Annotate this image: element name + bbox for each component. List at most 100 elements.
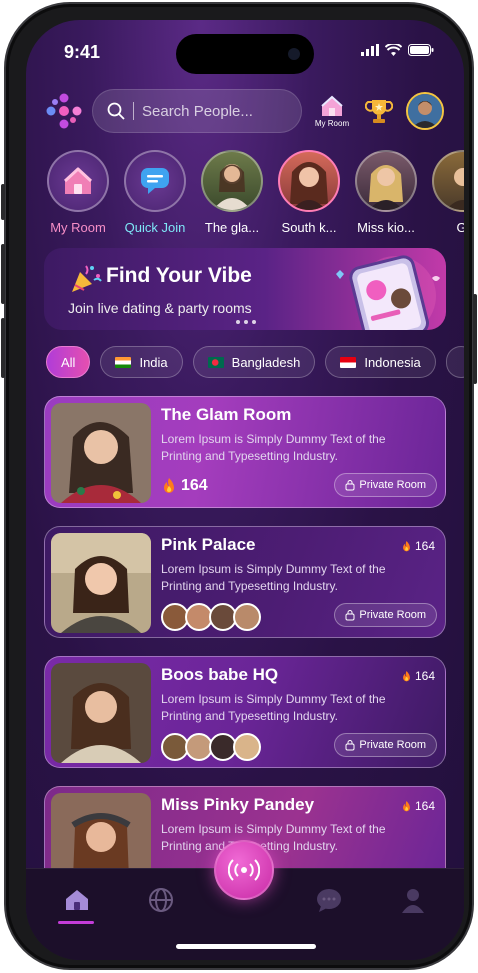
my-room-label: My Room [314,118,350,128]
story-label: South k... [281,220,337,235]
private-room-button[interactable]: Private Room [334,603,437,627]
story-label: My Room [50,220,106,235]
signal-icon [361,44,379,56]
active-tab-indicator [58,921,94,924]
room-list: The Glam Room Lorem Ipsum is Simply Dumm… [44,396,446,916]
lock-icon [345,480,355,491]
story-avatar [369,165,403,210]
filter-indonesia[interactable]: Indonesia [325,346,436,378]
private-room-button[interactable]: Private Room [334,473,437,497]
power-button [473,294,477,384]
volume-up-button [1,244,5,304]
user-avatar[interactable] [406,92,444,130]
phone-frame: 9:41 Search People... My Room My Room Qu… [1,2,477,970]
battery-icon [408,44,434,56]
room-card[interactable]: Pink Palace 164 Lorem Ipsum is Simply Du… [44,526,446,638]
leaderboard-button[interactable] [362,94,396,128]
member-avatars [161,603,261,631]
search-icon [107,102,125,120]
profile-icon [402,889,424,913]
viewer-count: 164 [401,799,435,813]
story-row: My Room Quick Join The gla... South k... [46,150,464,236]
room-description: Lorem Ipsum is Simply Dummy Text of the … [161,692,386,723]
story-user[interactable]: The gla... [200,150,264,236]
promo-banner[interactable]: Find Your Vibe Join live dating & party … [44,248,446,330]
viewer-count: 164 [161,477,208,495]
story-avatar [446,168,464,210]
india-flag-icon [115,356,132,368]
banner-title: Find Your Vibe [106,264,252,287]
filter-all[interactable]: All [46,346,91,378]
story-user[interactable]: Gl [431,150,464,236]
filter-more[interactable] [445,346,464,378]
story-label: Gl [456,220,465,235]
lock-icon [345,740,355,751]
room-title: The Glam Room [161,405,292,424]
viewer-count: 164 [401,539,435,553]
filter-india[interactable]: India [100,346,183,378]
room-title: Miss Pinky Pandey [161,795,315,814]
trophy-icon [365,100,393,123]
party-popper-icon [72,265,102,292]
room-title: Boos babe HQ [161,665,279,684]
story-quick-join[interactable]: Quick Join [123,150,187,236]
filter-bangladesh[interactable]: Bangladesh [192,346,316,378]
viewer-count: 164 [401,669,435,683]
member-avatars [161,733,261,761]
action-button [1,184,5,220]
tab-home[interactable] [62,885,92,915]
status-time: 9:41 [64,42,101,62]
story-user[interactable]: South k... [277,150,341,236]
house-icon [63,167,93,194]
fire-icon [403,540,410,551]
story-my-room[interactable]: My Room [46,150,110,236]
phone-illustration [336,255,440,330]
room-image [51,403,151,503]
tab-messages[interactable] [314,885,344,915]
room-description: Lorem Ipsum is Simply Dummy Text of the … [161,822,386,853]
home-indicator[interactable] [176,944,316,949]
my-room-button[interactable]: My Room [312,95,352,128]
message-icon [317,889,341,912]
dynamic-island [176,34,314,74]
room-description: Lorem Ipsum is Simply Dummy Text of the … [161,432,386,463]
tab-profile[interactable] [398,885,428,915]
wifi-icon [385,44,402,56]
fire-icon [403,800,410,811]
story-avatar [213,164,251,210]
member-avatar [233,733,261,761]
room-title: Pink Palace [161,535,256,554]
room-description: Lorem Ipsum is Simply Dummy Text of the … [161,562,386,593]
status-icons [361,44,434,56]
home-icon [66,890,88,910]
search-placeholder: Search People... [142,102,253,120]
story-label: Miss kio... [357,220,415,235]
top-header: Search People... My Room [42,88,452,134]
app-screen: 9:41 Search People... My Room My Room Qu… [26,20,464,960]
banner-subtitle: Join live dating & party rooms [68,300,252,316]
room-image [51,533,151,633]
room-image [51,663,151,763]
story-avatar [290,162,328,210]
globe-icon [149,888,173,912]
story-label: The gla... [204,220,260,235]
room-card[interactable]: Boos babe HQ 164 Lorem Ipsum is Simply D… [44,656,446,768]
private-room-button[interactable]: Private Room [334,733,437,757]
story-user[interactable]: Miss kio... [354,150,418,236]
tab-explore[interactable] [146,885,176,915]
story-label: Quick Join [124,220,186,235]
search-input[interactable]: Search People... [92,89,302,133]
broadcast-icon [228,859,260,881]
bangladesh-flag-icon [207,356,224,368]
indonesia-flag-icon [340,356,357,368]
volume-down-button [1,318,5,378]
country-filters: All India Bangladesh Indonesia [46,346,464,378]
room-card[interactable]: The Glam Room Lorem Ipsum is Simply Dumm… [44,396,446,508]
carousel-dots[interactable] [236,320,256,324]
member-avatar [233,603,261,631]
fire-icon [164,478,174,493]
go-live-button[interactable] [214,840,274,900]
chat-bubble-icon [141,168,169,194]
lock-icon [345,610,355,621]
app-logo-icon [46,93,82,129]
